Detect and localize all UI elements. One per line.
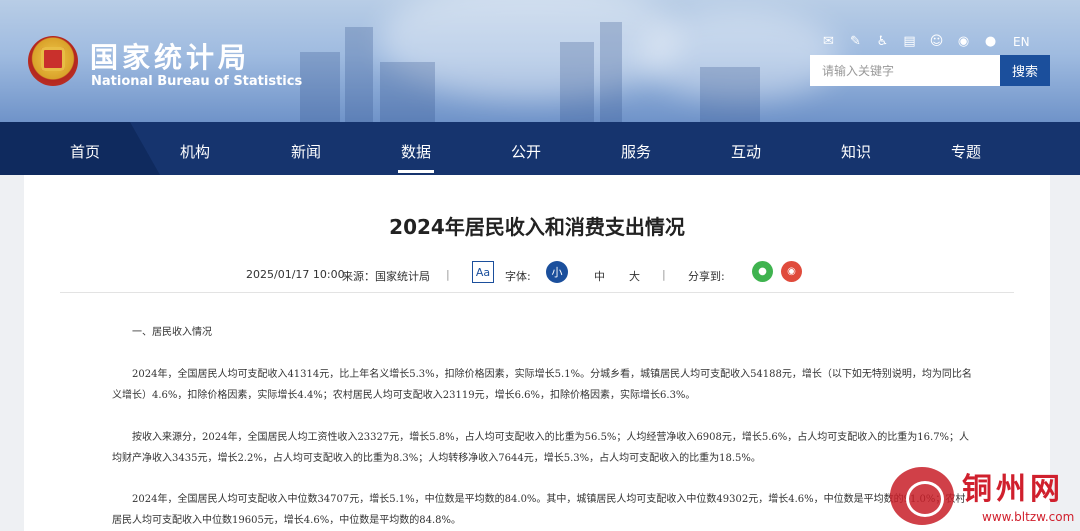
search-input[interactable]: 请输入关键字 xyxy=(810,55,1000,86)
share-label: 分享到: xyxy=(688,270,725,283)
nav-item-organization[interactable]: 机构 xyxy=(165,122,225,175)
article-meta: 2025/01/17 10:00 来源：国家统计局 | 字体: 中 大 | 分享… xyxy=(24,265,1050,285)
nav-item-topics[interactable]: 专题 xyxy=(936,122,996,175)
font-size-medium[interactable]: 中 xyxy=(594,268,605,284)
nav-item-knowledge[interactable]: 知识 xyxy=(826,122,886,175)
nav-item-interaction[interactable]: 互动 xyxy=(716,122,776,175)
meta-divider: | xyxy=(662,268,666,281)
language-switch[interactable]: EN xyxy=(1013,35,1030,49)
section-heading: 一、居民收入情况 xyxy=(132,327,212,338)
national-emblem-logo[interactable] xyxy=(28,36,78,86)
nav-item-data[interactable]: 数据 xyxy=(386,122,446,175)
site-header: 国家统计局 National Bureau of Statistics ✉ ✎ … xyxy=(0,0,1080,122)
wechat-icon[interactable]: ● xyxy=(982,33,999,50)
message-icon[interactable]: ✎ xyxy=(847,33,864,50)
paragraph-1: 2024年，全国居民人均可支配收入41314元，比上年名义增长5.3%，扣除价格… xyxy=(112,369,972,401)
nav-item-service[interactable]: 服务 xyxy=(606,122,666,175)
watermark-name: 铜州网 xyxy=(962,472,1064,507)
nav-item-public[interactable]: 公开 xyxy=(496,122,556,175)
article-source: 来源：国家统计局 xyxy=(342,270,430,283)
site-name-cn[interactable]: 国家统计局 xyxy=(90,36,250,76)
font-size-small[interactable]: 小 xyxy=(546,261,568,283)
nav-item-news[interactable]: 新闻 xyxy=(276,122,336,175)
accessibility-icon[interactable]: ♿ xyxy=(874,33,891,50)
print-icon[interactable]: ▤ xyxy=(901,33,918,50)
mail-icon[interactable]: ✉ xyxy=(820,33,837,50)
paragraph-3: 2024年，全国居民人均可支配收入中位数34707元，增长5.1%，中位数是平均… xyxy=(112,494,966,526)
weibo-icon[interactable]: ◉ xyxy=(955,33,972,50)
search-button[interactable]: 搜索 xyxy=(1000,55,1050,86)
watermark-logo-icon xyxy=(890,467,954,525)
meta-divider-line xyxy=(60,292,1014,293)
nav-item-home[interactable]: 首页 xyxy=(55,122,115,175)
share-weibo-icon[interactable]: ◉ xyxy=(781,261,802,282)
publish-date: 2025/01/17 10:00 xyxy=(246,268,345,281)
main-nav: 首页 机构 新闻 数据 公开 服务 互动 知识 专题 xyxy=(0,122,1080,175)
robot-icon[interactable]: ☺ xyxy=(928,33,945,50)
site-name-en[interactable]: National Bureau of Statistics xyxy=(91,74,302,89)
article-title: 2024年居民收入和消费支出情况 xyxy=(389,215,685,239)
share-wechat-icon[interactable]: ● xyxy=(752,261,773,282)
watermark: 铜州网 www.bltzw.com xyxy=(890,462,1080,531)
top-icon-bar: ✉ ✎ ♿ ▤ ☺ ◉ ● EN xyxy=(820,33,1030,50)
meta-divider: | xyxy=(446,268,450,281)
font-size-label: 字体: xyxy=(505,270,531,283)
font-size-large[interactable]: 大 xyxy=(629,268,640,284)
font-icon[interactable]: Aa xyxy=(472,261,494,283)
paragraph-2: 按收入来源分，2024年，全国居民人均工资性收入23327元，增长5.8%，占人… xyxy=(112,432,970,464)
watermark-url: www.bltzw.com xyxy=(982,510,1075,524)
